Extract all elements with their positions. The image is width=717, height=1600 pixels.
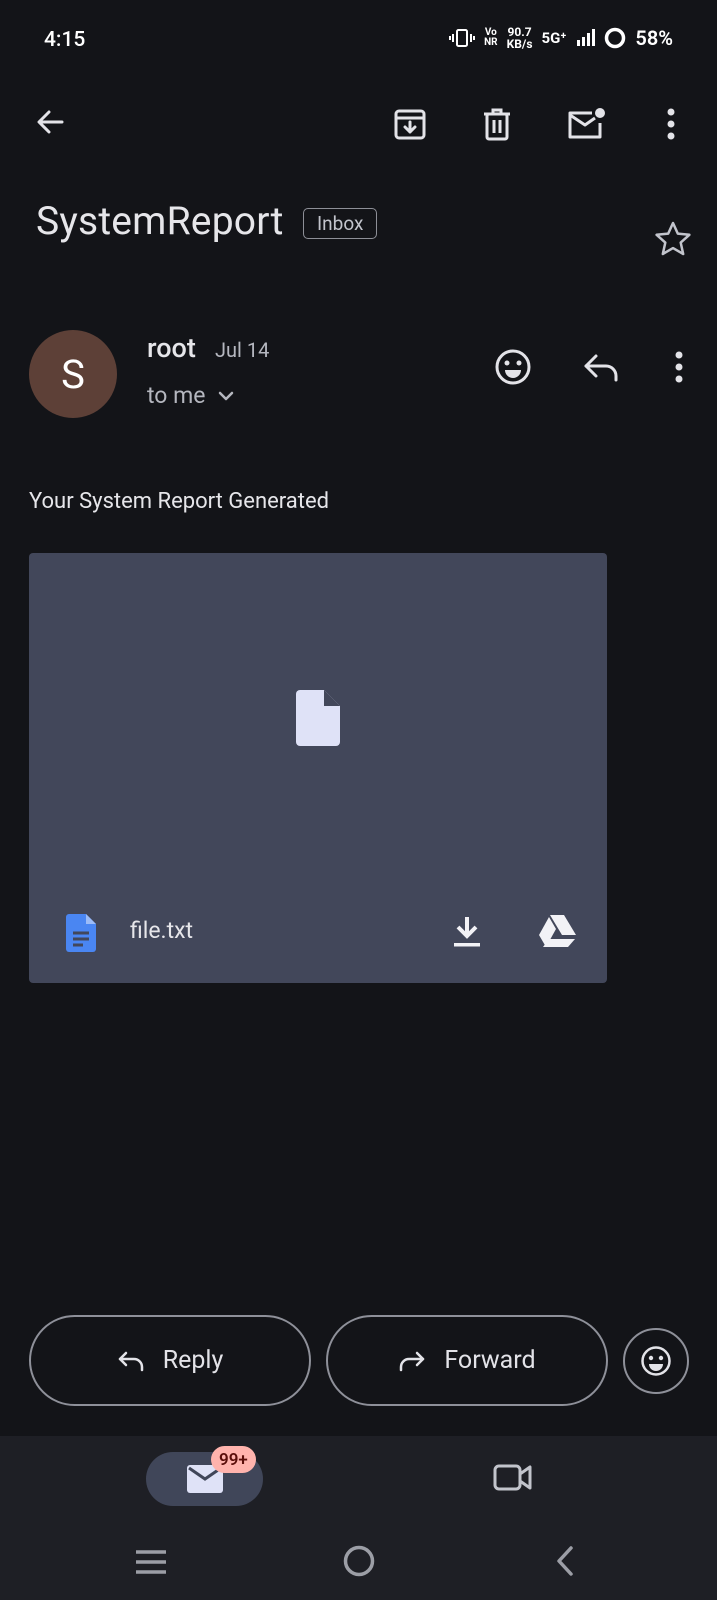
email-body: Your System Report Generated — [29, 489, 330, 514]
reply-button[interactable]: Reply — [29, 1315, 311, 1406]
download-icon[interactable] — [443, 907, 491, 955]
chevron-down-icon — [218, 391, 234, 401]
net-speed: 90.7 KB/s — [506, 25, 533, 51]
message-more-icon[interactable] — [655, 343, 703, 391]
forward-label: Forward — [444, 1346, 536, 1375]
unread-badge: 99+ — [211, 1446, 256, 1473]
reply-label: Reply — [162, 1346, 224, 1375]
meet-video-icon[interactable] — [489, 1453, 537, 1501]
recipient-toggle[interactable]: to me — [147, 382, 234, 409]
forward-button[interactable]: Forward — [326, 1315, 608, 1406]
email-subject: SystemReport — [36, 198, 284, 244]
network-type: 5G⁺ — [541, 29, 567, 47]
react-button[interactable] — [623, 1328, 689, 1394]
document-icon — [66, 914, 96, 952]
signal-icon — [575, 28, 596, 48]
star-icon[interactable] — [649, 215, 697, 263]
attachment-card[interactable] — [29, 553, 607, 983]
delete-icon[interactable] — [473, 100, 521, 148]
drive-icon[interactable] — [533, 907, 581, 955]
file-preview-icon — [296, 690, 340, 746]
battery-percent: 58% — [635, 26, 673, 50]
vibrate-icon — [449, 28, 476, 48]
add-reaction-icon[interactable] — [489, 343, 537, 391]
archive-icon[interactable] — [386, 100, 434, 148]
mark-unread-icon[interactable] — [562, 100, 610, 148]
home-icon[interactable] — [335, 1537, 383, 1585]
sender-avatar[interactable]: S — [29, 330, 117, 418]
status-icons: Vo NR 90.7 KB/s 5G⁺ 58% — [449, 26, 673, 50]
forward-arrow-icon — [398, 1350, 426, 1372]
recents-icon[interactable] — [127, 1538, 175, 1586]
back-arrow-icon[interactable] — [26, 98, 74, 146]
sender-name[interactable]: root — [147, 332, 196, 364]
volte-indicator: Vo NR — [484, 27, 498, 48]
battery-icon — [604, 27, 626, 49]
status-time: 4:15 — [44, 28, 86, 52]
email-date: Jul 14 — [215, 338, 270, 362]
recipient-label: to me — [147, 382, 206, 409]
reply-arrow-icon — [117, 1350, 145, 1372]
attachment-name: file.txt — [130, 917, 194, 944]
inbox-label[interactable]: Inbox — [303, 208, 378, 239]
system-back-icon[interactable] — [541, 1537, 589, 1585]
more-vert-icon[interactable] — [647, 100, 695, 148]
reply-icon[interactable] — [577, 343, 625, 391]
smiley-icon — [640, 1345, 672, 1377]
